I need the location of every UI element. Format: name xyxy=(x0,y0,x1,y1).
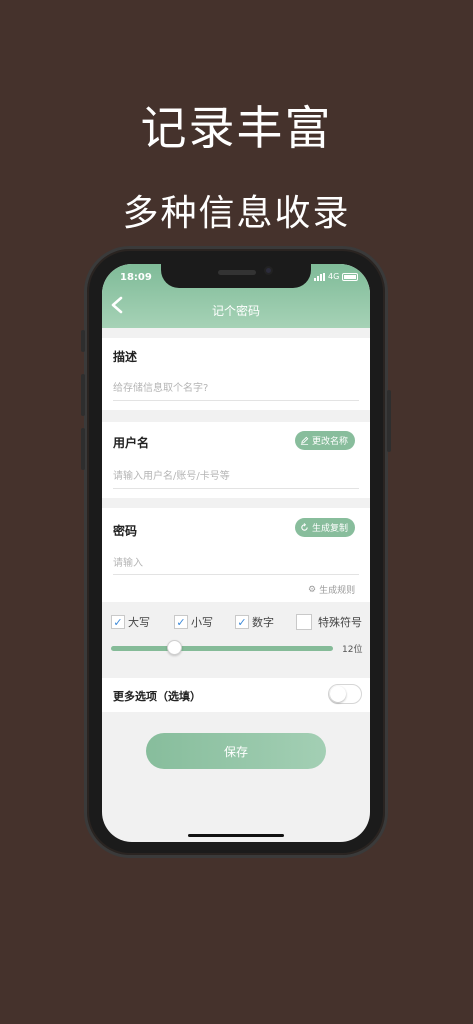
symbols-checkbox[interactable]: 特殊符号 xyxy=(296,614,362,630)
network-type: 4G xyxy=(328,272,340,281)
page-title: 记个密码 xyxy=(211,304,260,318)
digits-checkbox[interactable]: ✓ 数字 xyxy=(235,614,274,630)
rename-button[interactable]: 更改名称 xyxy=(295,431,356,450)
phone-power-button xyxy=(387,390,391,452)
length-value: 12位 xyxy=(342,645,363,655)
generate-rules-link[interactable]: ⚙ 生成规则 xyxy=(308,583,356,597)
more-options-toggle[interactable] xyxy=(328,684,362,704)
generate-copy-button[interactable]: 生成复制 xyxy=(295,518,356,537)
symbols-check-box xyxy=(296,614,312,630)
save-button[interactable]: 保存 xyxy=(146,733,326,769)
more-options-label: 更多选项（选填） xyxy=(113,690,201,703)
phone-notch xyxy=(161,262,311,288)
phone-speaker xyxy=(218,270,256,275)
password-input[interactable]: 请输入 xyxy=(113,554,143,569)
rename-button-label: 更改名称 xyxy=(312,437,349,447)
uppercase-check-icon: ✓ xyxy=(111,615,125,629)
username-underline xyxy=(113,488,359,489)
uppercase-checkbox[interactable]: ✓ 大写 xyxy=(111,614,150,630)
password-options-area xyxy=(102,602,370,670)
lowercase-label: 小写 xyxy=(191,616,213,629)
lowercase-checkbox[interactable]: ✓ 小写 xyxy=(174,614,213,630)
password-label: 密码 xyxy=(113,524,138,538)
digits-check-icon: ✓ xyxy=(235,615,249,629)
edit-icon xyxy=(300,436,309,445)
lowercase-check-icon: ✓ xyxy=(174,615,188,629)
phone-side-button xyxy=(81,330,85,352)
refresh-icon xyxy=(301,523,308,531)
battery-icon xyxy=(342,272,359,281)
description-input[interactable]: 给存储信息取个名字? xyxy=(113,379,208,394)
phone-volume-down xyxy=(81,428,85,470)
phone-camera xyxy=(264,266,273,275)
description-label: 描述 xyxy=(113,350,138,364)
gear-icon: ⚙ xyxy=(308,584,317,595)
symbols-label: 特殊符号 xyxy=(318,616,362,629)
length-slider-handle[interactable] xyxy=(167,640,182,655)
status-icons: 4G xyxy=(314,272,359,281)
home-indicator xyxy=(188,834,284,837)
length-slider-track[interactable] xyxy=(111,646,333,651)
username-input[interactable]: 请输入用户名/账号/卡号等 xyxy=(113,467,230,482)
generate-copy-label: 生成复制 xyxy=(312,524,349,534)
phone-screen: 18:09 4G 记个密码 描述 给存储信息取个名字? 用户名 更改名称 请输入… xyxy=(102,264,370,842)
username-card: 用户名 更改名称 请输入用户名/账号/卡号等 xyxy=(102,422,370,498)
toggle-knob xyxy=(330,686,346,702)
status-time: 18:09 xyxy=(120,272,152,283)
phone-volume-up xyxy=(81,374,85,416)
uppercase-label: 大写 xyxy=(128,616,150,629)
description-card: 描述 给存储信息取个名字? xyxy=(102,338,370,410)
generate-rules-label: 生成规则 xyxy=(319,586,356,596)
promo-subheadline: 多种信息收录 xyxy=(122,193,351,234)
description-underline xyxy=(113,400,359,401)
signal-icon xyxy=(314,272,325,281)
promo-headline: 记录丰富 xyxy=(140,101,333,155)
digits-label: 数字 xyxy=(252,616,274,629)
password-underline xyxy=(113,574,359,575)
username-label: 用户名 xyxy=(113,436,150,450)
